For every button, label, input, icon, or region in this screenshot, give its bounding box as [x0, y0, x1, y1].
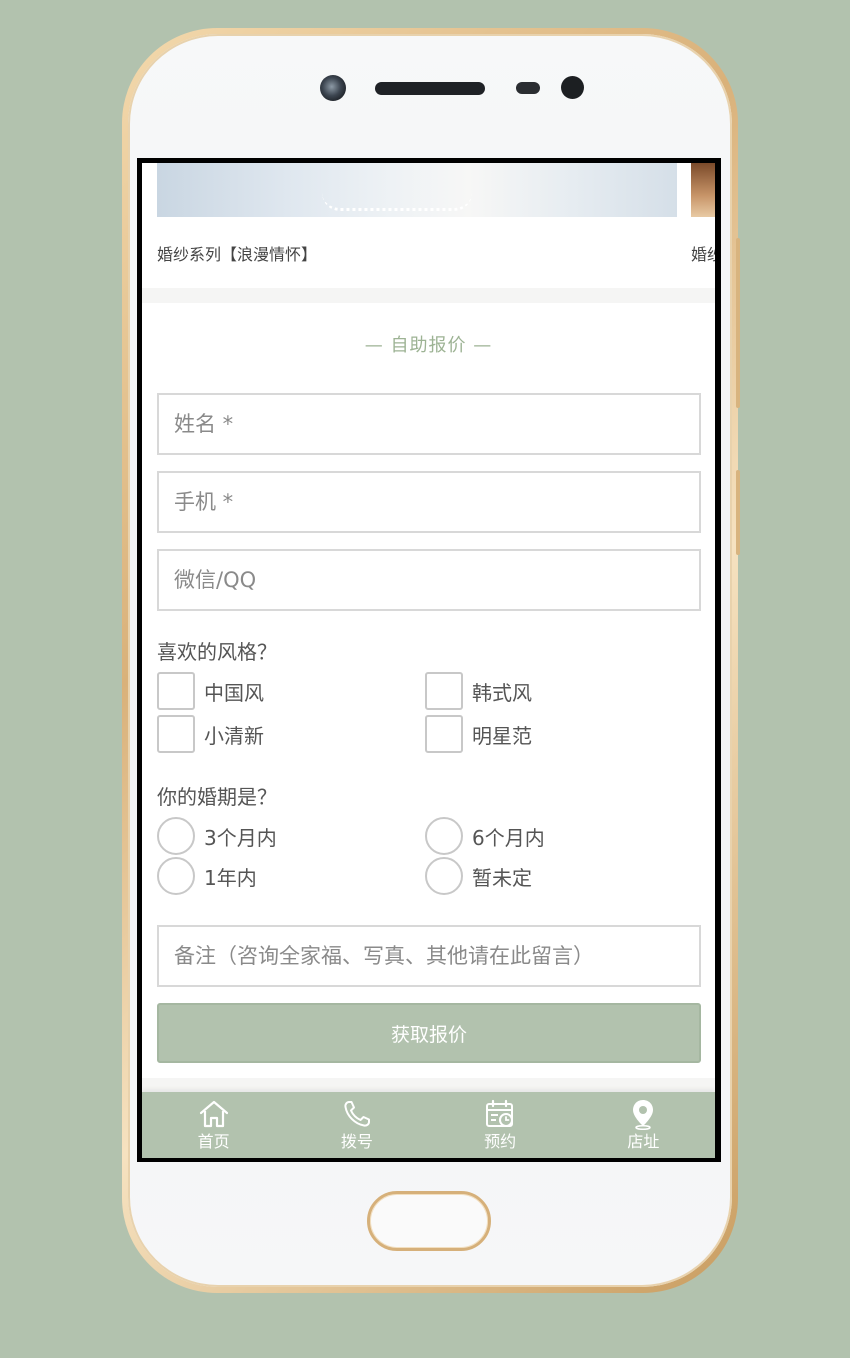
- tab-label: 拨号: [340, 1132, 373, 1151]
- get-quote-button[interactable]: 获取报价: [157, 1003, 701, 1063]
- style-option-fresh[interactable]: 小清新: [157, 715, 264, 753]
- phone-screen: 婚纱系列【浪漫情怀】 婚纱 — 自助报价 — 喜欢的风格？ 中国风 韩式风 小清…: [137, 158, 721, 1162]
- radio-button[interactable]: [425, 817, 463, 855]
- date-option-undecided[interactable]: 暂未定: [425, 857, 532, 895]
- checkbox[interactable]: [157, 715, 195, 753]
- tab-booking[interactable]: 预约: [429, 1092, 572, 1158]
- gallery-photo-next[interactable]: [691, 163, 715, 217]
- option-label: 中国风: [204, 680, 264, 705]
- home-button[interactable]: [367, 1191, 491, 1251]
- wechat-qq-input[interactable]: [157, 549, 701, 611]
- location-pin-icon: [633, 1100, 654, 1130]
- power-button: [736, 470, 740, 555]
- option-label: 明星范: [472, 723, 532, 748]
- quote-form: — 自助报价 — 喜欢的风格？ 中国风 韩式风 小清新 明星范 你的婚期是？: [142, 303, 715, 1078]
- name-input[interactable]: [157, 393, 701, 455]
- notes-input[interactable]: [157, 925, 701, 987]
- light-sensor: [561, 76, 584, 99]
- tab-call[interactable]: 拨号: [285, 1092, 428, 1158]
- app-viewport: 婚纱系列【浪漫情怀】 婚纱 — 自助报价 — 喜欢的风格？ 中国风 韩式风 小清…: [142, 163, 715, 1158]
- tab-label: 店址: [627, 1132, 660, 1151]
- gallery-caption[interactable]: 婚纱系列【浪漫情怀】: [157, 241, 317, 265]
- checkbox[interactable]: [425, 715, 463, 753]
- checkbox[interactable]: [157, 672, 195, 710]
- radio-button[interactable]: [157, 817, 195, 855]
- date-option-3-months[interactable]: 3个月内: [157, 817, 277, 855]
- checkbox[interactable]: [425, 672, 463, 710]
- option-label: 6个月内: [472, 825, 545, 850]
- bottom-tabbar: 首页 拨号 预约 店址: [142, 1092, 715, 1158]
- style-option-korean[interactable]: 韩式风: [425, 672, 532, 710]
- option-label: 3个月内: [204, 825, 277, 850]
- option-label: 暂未定: [472, 865, 532, 890]
- option-label: 1年内: [204, 865, 257, 890]
- style-option-chinese[interactable]: 中国风: [157, 672, 264, 710]
- phone-icon: [344, 1101, 370, 1127]
- wedding-date-question-label: 你的婚期是？: [157, 785, 277, 809]
- date-option-1-year[interactable]: 1年内: [157, 857, 257, 895]
- section-title: — 自助报价 —: [364, 335, 493, 356]
- tab-home[interactable]: 首页: [142, 1092, 285, 1158]
- lace-detail: [322, 193, 472, 211]
- earpiece-speaker: [375, 82, 485, 95]
- style-option-star[interactable]: 明星范: [425, 715, 532, 753]
- tab-address[interactable]: 店址: [572, 1092, 715, 1158]
- radio-button[interactable]: [157, 857, 195, 895]
- tab-label: 预约: [484, 1132, 517, 1151]
- radio-button[interactable]: [425, 857, 463, 895]
- tab-label: 首页: [197, 1132, 230, 1151]
- option-label: 小清新: [204, 723, 264, 748]
- volume-button: [736, 238, 740, 408]
- calendar-icon: [486, 1099, 514, 1127]
- front-camera-icon: [320, 75, 346, 101]
- proximity-sensor: [516, 82, 540, 94]
- option-label: 韩式风: [472, 680, 532, 705]
- style-question-label: 喜欢的风格？: [157, 640, 277, 664]
- phone-input[interactable]: [157, 471, 701, 533]
- gallery-photo[interactable]: [157, 163, 677, 217]
- gallery-caption-next[interactable]: 婚纱: [691, 241, 715, 265]
- gallery-strip: 婚纱系列【浪漫情怀】 婚纱: [142, 163, 715, 288]
- home-icon: [199, 1100, 228, 1128]
- date-option-6-months[interactable]: 6个月内: [425, 817, 545, 855]
